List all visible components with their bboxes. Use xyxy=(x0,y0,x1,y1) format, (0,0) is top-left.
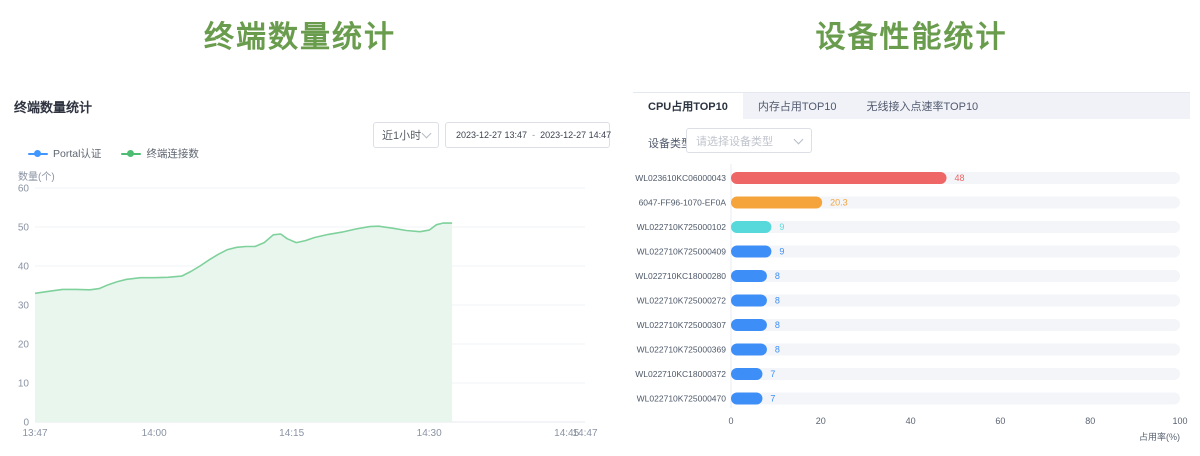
left-panel-title: 终端数量统计 xyxy=(14,97,92,116)
bar-track xyxy=(731,295,1180,307)
bar xyxy=(731,295,767,307)
bar-track xyxy=(731,221,1180,233)
right-section-title: 设备性能统计 xyxy=(633,12,1190,56)
bar-value: 8 xyxy=(775,296,780,306)
time-range-value: 近1小时 xyxy=(382,127,421,143)
bar-value: 7 xyxy=(770,394,775,404)
time-range-select[interactable]: 近1小时 xyxy=(373,122,439,148)
dashboard: 终端数量统计 设备性能统计 终端数量统计 近1小时 2023-12-27 13:… xyxy=(0,0,1200,456)
chevron-down-icon xyxy=(794,134,804,144)
bar xyxy=(731,221,771,233)
tab-2[interactable]: 无线接入点速率TOP10 xyxy=(852,93,994,119)
bar xyxy=(731,246,771,258)
bar-value: 8 xyxy=(775,271,780,281)
bar-track xyxy=(731,246,1180,258)
bar-value: 8 xyxy=(775,320,780,330)
bar-value: 7 xyxy=(770,369,775,379)
bar-label: 6047-FF96-1070-EF0A xyxy=(639,198,727,208)
legend-label: 终端连接数 xyxy=(146,146,199,161)
bar-track xyxy=(731,319,1180,331)
y-tick: 20 xyxy=(18,340,30,351)
bar-track xyxy=(731,393,1180,405)
date-range-picker[interactable]: 2023-12-27 13:47 - 2023-12-27 14:47 xyxy=(445,122,610,148)
legend: Portal认证 终端连接数 xyxy=(28,146,199,161)
y-tick: 10 xyxy=(18,379,30,390)
bar xyxy=(731,344,767,356)
y-tick: 60 xyxy=(18,184,30,195)
x-tick: 60 xyxy=(995,416,1005,426)
device-type-placeholder: 请选择设备类型 xyxy=(696,133,773,149)
y-tick: 0 xyxy=(23,418,29,429)
x-tick: 100 xyxy=(1172,416,1187,426)
bar-label: WL023610KC06000043 xyxy=(635,173,726,183)
bar-label: WL022710K725000307 xyxy=(637,320,727,330)
date-start: 2023-12-27 13:47 xyxy=(456,130,527,140)
bar-label: WL022710KC18000280 xyxy=(635,271,726,281)
bar-track xyxy=(731,270,1180,282)
bar-value: 8 xyxy=(775,345,780,355)
x-tick: 80 xyxy=(1085,416,1095,426)
series-area xyxy=(35,223,452,422)
bar-value: 20.3 xyxy=(830,198,848,208)
chevron-down-icon xyxy=(422,129,432,139)
x-axis-label: 占用率(%) xyxy=(1139,431,1180,442)
bar-label: WL022710K725000369 xyxy=(637,345,727,355)
bar xyxy=(731,368,762,380)
left-section-title: 终端数量统计 xyxy=(0,12,600,56)
date-end: 2023-12-27 14:47 xyxy=(540,130,611,140)
x-tick: 13:47 xyxy=(22,428,47,439)
bar xyxy=(731,197,822,209)
y-tick: 40 xyxy=(18,262,30,273)
legend-marker-icon xyxy=(28,149,48,159)
tab-1[interactable]: 内存占用TOP10 xyxy=(743,93,852,119)
cpu-top10-chart: WL023610KC06000043 48 6047-FF96-1070-EF0A 2… xyxy=(633,158,1190,454)
bar-label: WL022710KC18000372 xyxy=(635,369,726,379)
date-separator: - xyxy=(532,130,535,140)
bar-label: WL022710K725000102 xyxy=(637,222,727,232)
bar-label: WL022710K725000470 xyxy=(637,394,727,404)
legend-item-0[interactable]: Portal认证 xyxy=(28,146,101,161)
bar-label: WL022710K725000272 xyxy=(637,296,727,306)
bar xyxy=(731,393,762,405)
legend-item-1[interactable]: 终端连接数 xyxy=(121,146,199,161)
bar xyxy=(731,319,767,331)
bar-track xyxy=(731,344,1180,356)
bar xyxy=(731,270,767,282)
x-tick: 20 xyxy=(816,416,826,426)
legend-marker-icon xyxy=(121,149,141,159)
y-tick: 50 xyxy=(18,223,30,234)
x-tick: 14:15 xyxy=(279,428,304,439)
bar-value: 9 xyxy=(779,222,784,232)
y-tick: 30 xyxy=(18,301,30,312)
x-tick: 40 xyxy=(906,416,916,426)
device-type-select[interactable]: 请选择设备类型 xyxy=(686,128,812,153)
tab-0[interactable]: CPU占用TOP10 xyxy=(633,93,743,119)
bar-value: 9 xyxy=(779,247,784,257)
terminal-count-chart: 010203040506013:4714:0014:1514:3014:4514… xyxy=(14,180,600,452)
bar-value: 48 xyxy=(955,173,965,183)
bar-track xyxy=(731,368,1180,380)
legend-label: Portal认证 xyxy=(53,146,101,161)
bar-label: WL022710K725000409 xyxy=(637,247,727,257)
x-tick: 0 xyxy=(728,416,733,426)
bar xyxy=(731,172,947,184)
x-tick: 14:00 xyxy=(142,428,167,439)
x-tick: 14:47 xyxy=(572,428,597,439)
performance-tabs: CPU占用TOP10内存占用TOP10无线接入点速率TOP10 xyxy=(633,92,1190,119)
x-tick: 14:30 xyxy=(417,428,442,439)
